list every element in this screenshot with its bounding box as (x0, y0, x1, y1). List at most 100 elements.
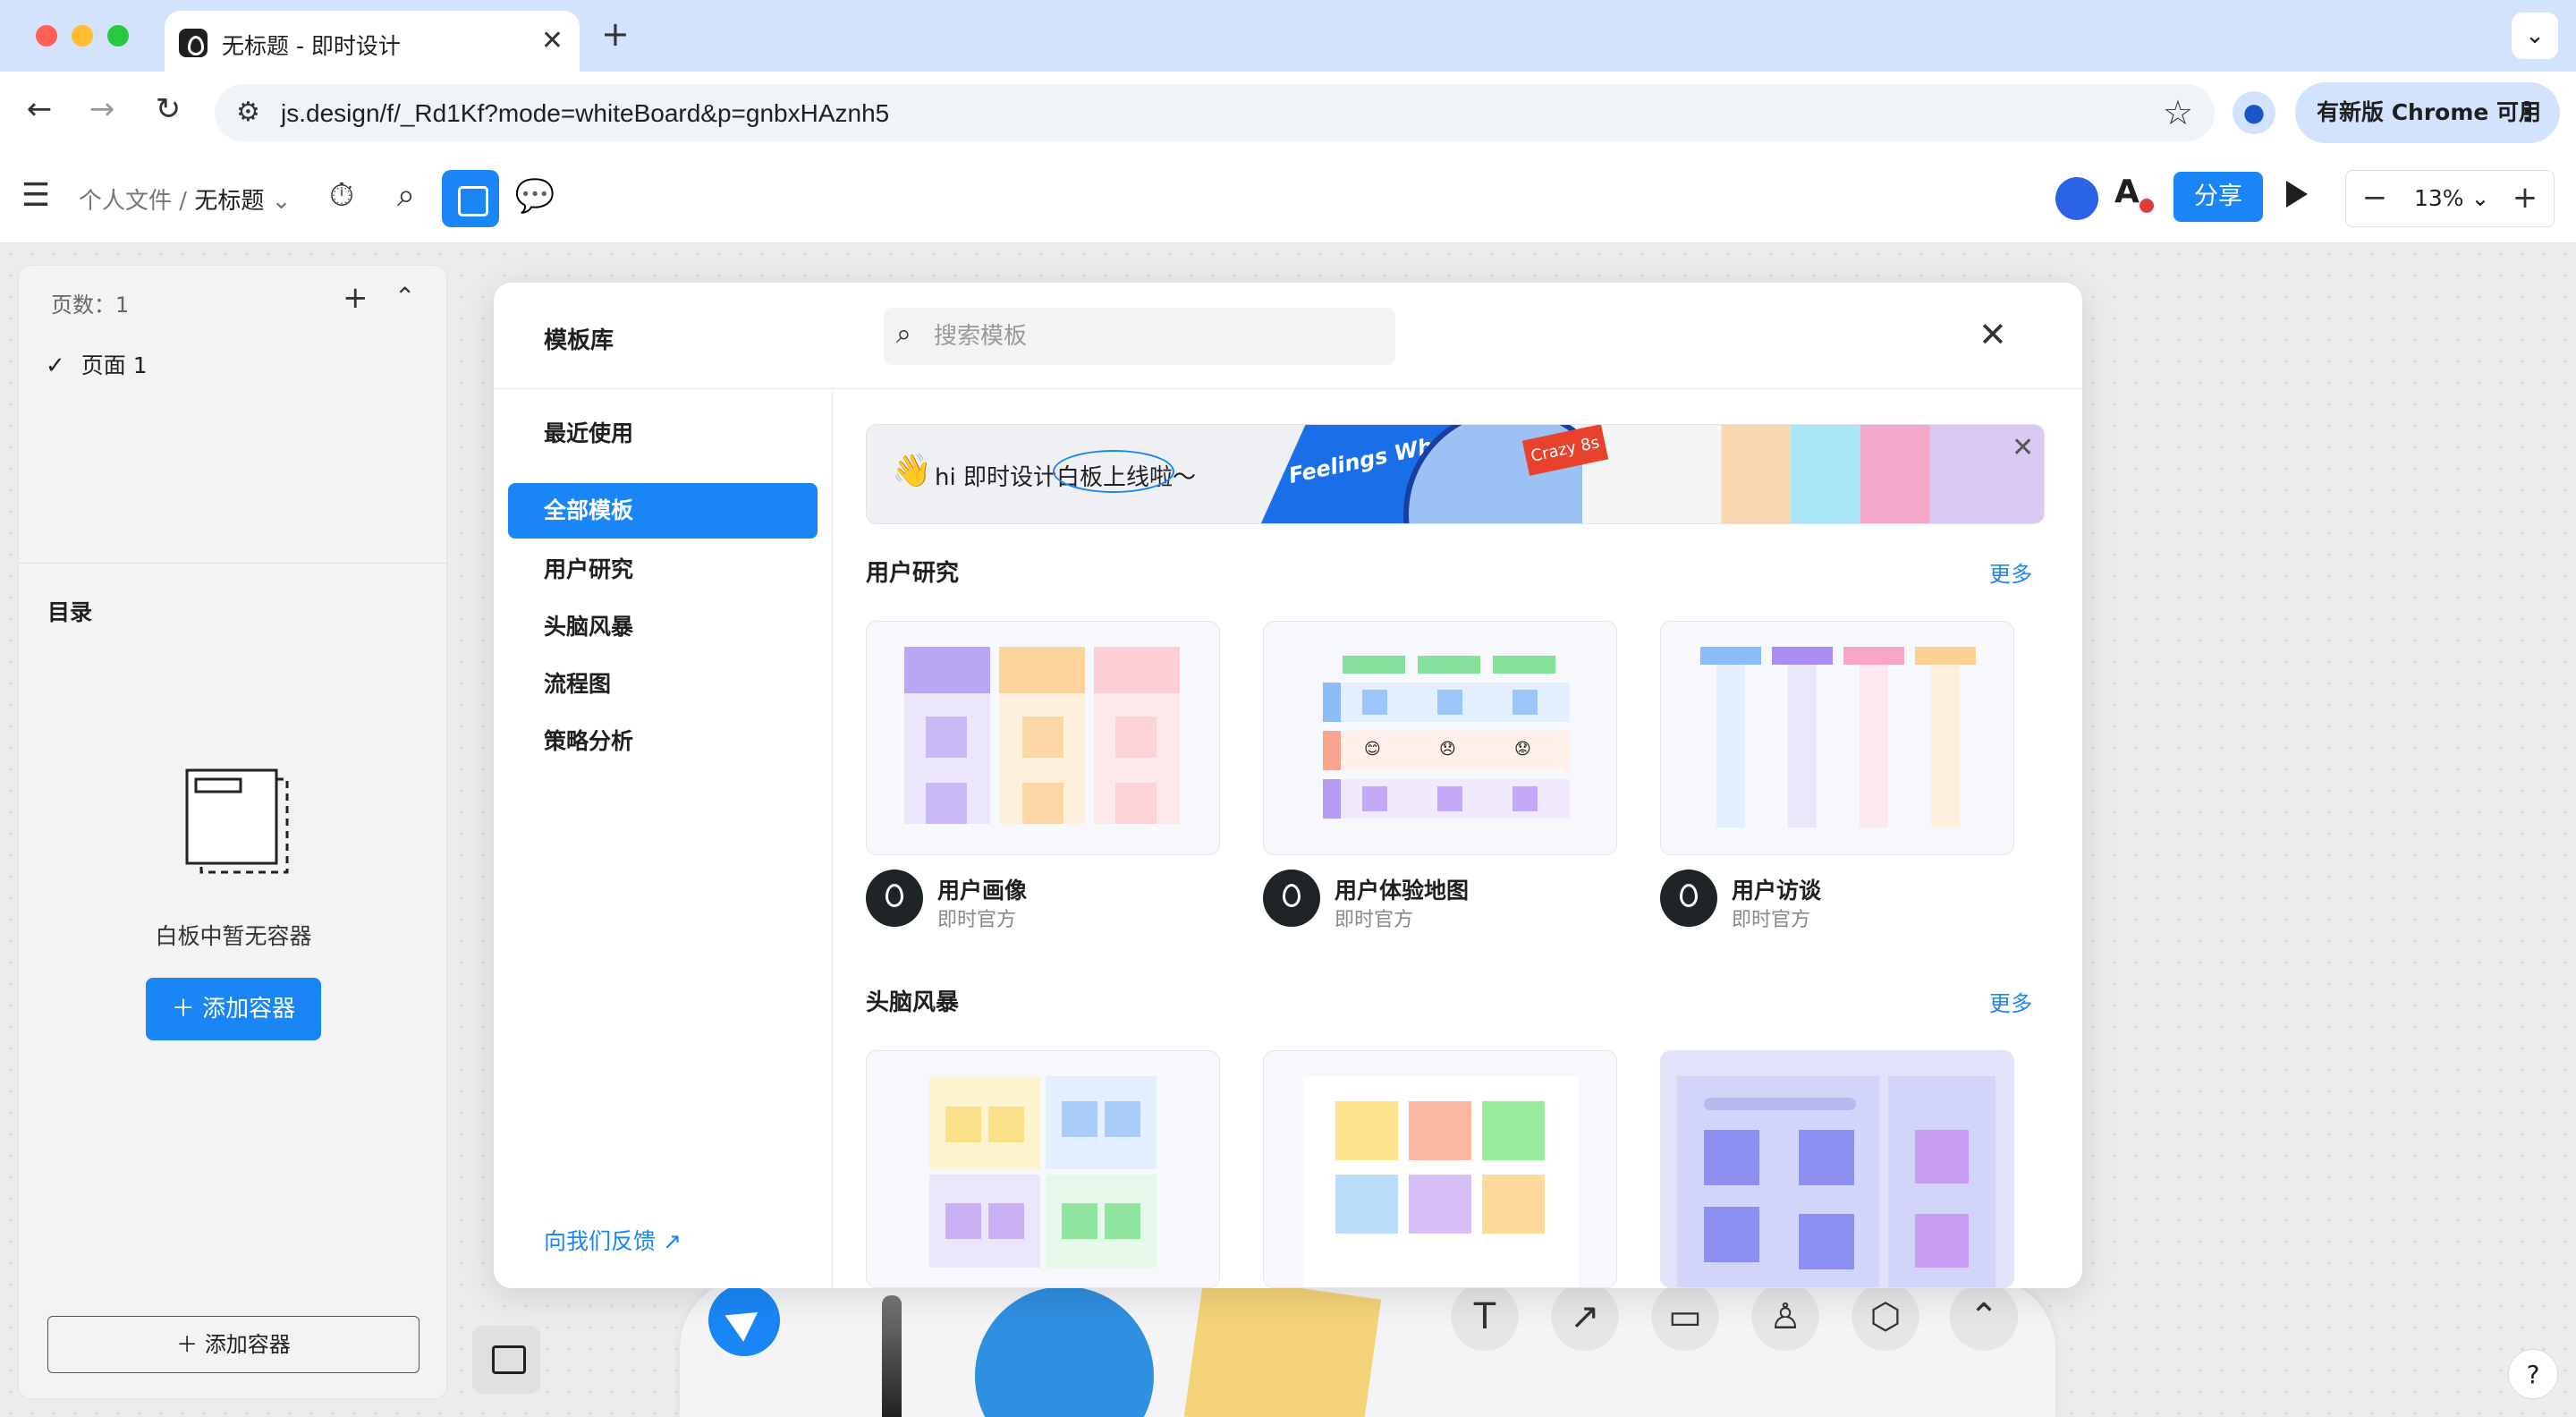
add-container-button[interactable]: ＋ 添加容器 (146, 978, 321, 1040)
text-tool-icon[interactable]: T (1451, 1283, 1519, 1351)
category-brainstorm[interactable]: 头脑风暴 (508, 599, 818, 655)
add-page-plus-icon[interactable]: + (343, 280, 369, 316)
persona-note (1022, 717, 1063, 758)
journey-row-marker (1323, 779, 1341, 819)
panel-divider (19, 563, 448, 564)
page-list-item[interactable]: ✓ 页面 1 (46, 348, 148, 380)
missing-font-icon[interactable]: A (2114, 174, 2154, 213)
template-search-input[interactable] (934, 318, 1363, 354)
category-all[interactable]: 全部模板 (508, 483, 818, 539)
template-panel-button[interactable] (442, 170, 499, 227)
zoom-level-value: 13% (2414, 185, 2464, 211)
window-maximize-button[interactable] (107, 25, 129, 47)
brainstorm-note (1409, 1175, 1471, 1234)
chevron-down-icon[interactable]: ⌄ (272, 188, 292, 215)
container-tool-icon[interactable]: ▭ (1651, 1283, 1719, 1351)
pen-tool[interactable] (882, 1295, 902, 1417)
zoom-in-button[interactable]: + (2507, 180, 2543, 216)
template-footer[interactable]: 用户体验地图 即时官方 (1263, 870, 1617, 932)
browser-tab[interactable]: 无标题 - 即时设计 ✕ (165, 11, 580, 72)
template-card-brainstorm-2[interactable] (1263, 1050, 1617, 1288)
brainstorm-note (1799, 1130, 1854, 1185)
breadcrumb-parent[interactable]: 个人文件 (79, 188, 172, 215)
journey-row-marker (1323, 683, 1341, 722)
jsdesign-logo-icon (866, 870, 923, 927)
forward-arrow-icon[interactable]: → (80, 91, 123, 127)
new-tab-button[interactable]: + (601, 14, 630, 54)
template-card-persona[interactable] (866, 621, 1220, 855)
profile-avatar-icon[interactable]: ● (2233, 91, 2275, 134)
brainstorm-note (1105, 1101, 1140, 1137)
tab-search-chevron-icon[interactable]: ⌄ (2512, 13, 2558, 59)
template-search-box[interactable]: ⌕ (884, 308, 1395, 365)
select-cursor-tool[interactable] (708, 1285, 780, 1356)
journey-header-block (1343, 656, 1405, 674)
template-card-brainstorm-1[interactable] (866, 1050, 1220, 1288)
expand-chevron-up-icon[interactable]: ⌃ (1950, 1283, 2018, 1351)
hamburger-menu-icon[interactable]: ☰ (14, 177, 57, 214)
shape-tool[interactable] (975, 1286, 1154, 1417)
brainstorm-note (988, 1203, 1024, 1239)
interview-header (1915, 647, 1976, 665)
more-link-user-research[interactable]: 更多 (1989, 556, 2032, 588)
url-text[interactable]: js.design/f/_Rd1Kf?mode=whiteBoard&p=gnb… (281, 99, 889, 128)
browser-toolbar: ← → ↻ ⚙ js.design/f/_Rd1Kf?mode=whiteBoa… (0, 72, 2576, 154)
add-container-bottom-button[interactable]: ＋ 添加容器 (47, 1316, 419, 1373)
address-bar[interactable]: ⚙ js.design/f/_Rd1Kf?mode=whiteBoard&p=g… (215, 84, 2215, 141)
category-strategy[interactable]: 策略分析 (508, 714, 818, 769)
reload-icon[interactable]: ↻ (147, 91, 190, 127)
template-footer[interactable]: 用户访谈 即时官方 (1660, 870, 2014, 932)
template-author: 即时官方 (1335, 909, 1414, 931)
journey-note (1513, 690, 1538, 715)
template-card-brainstorm-3[interactable] (1660, 1050, 2014, 1288)
journey-note (1437, 786, 1462, 811)
collapse-chevron-up-icon[interactable]: ⌃ (394, 282, 415, 311)
section-title-user-research: 用户研究 (866, 560, 960, 587)
zoom-level[interactable]: 13% ⌄ (2414, 185, 2489, 211)
panel-switch-button[interactable] (472, 1326, 540, 1394)
arrow-tool-icon[interactable]: ↗ (1551, 1283, 1619, 1351)
window-close-button[interactable] (36, 25, 57, 47)
kebab-menu-icon[interactable]: ⋮ (2513, 82, 2540, 143)
file-title[interactable]: 无标题 (194, 188, 264, 215)
window-minimize-button[interactable] (72, 25, 93, 47)
back-arrow-icon[interactable]: ← (18, 91, 61, 127)
waving-hand-icon: 👋 (892, 453, 932, 489)
present-play-icon[interactable] (2286, 181, 2308, 208)
template-card-journey-map[interactable]: 😊 😞 😟 (1263, 621, 1617, 855)
whiteboard-promo-banner[interactable]: 👋 hi 即时设计白板上线啦～ Feelings Wheel Crazy 8s … (866, 424, 2045, 524)
journey-note (1362, 690, 1387, 715)
category-user-research[interactable]: 用户研究 (508, 542, 818, 598)
bookmark-star-icon[interactable]: ☆ (2163, 93, 2193, 132)
interview-column (1931, 665, 1960, 827)
category-flowchart[interactable]: 流程图 (508, 657, 818, 712)
interview-column (1860, 665, 1888, 827)
interview-header (1843, 647, 1904, 665)
template-card-interview[interactable] (1660, 621, 2014, 855)
more-link-brainstorm[interactable]: 更多 (1989, 986, 2032, 1017)
plugin-cube-icon[interactable]: ⬡ (1852, 1283, 1919, 1351)
template-footer[interactable]: 用户画像 即时官方 (866, 870, 1220, 932)
persona-note (926, 783, 967, 824)
section-title-brainstorm: 头脑风暴 (866, 989, 960, 1016)
comment-icon[interactable]: 💬 (513, 177, 556, 215)
template-author: 即时官方 (1732, 909, 1811, 931)
help-icon[interactable]: ? (2508, 1349, 2558, 1399)
search-icon[interactable]: ⌕ (385, 177, 428, 215)
sad-face-icon: 😞 (1439, 740, 1456, 759)
category-recent[interactable]: 最近使用 (508, 406, 818, 462)
chrome-update-button[interactable]: 有新版 Chrome 可用 ⋮ (2295, 82, 2560, 143)
modal-close-icon[interactable]: ✕ (1979, 315, 2007, 354)
timer-icon[interactable]: ⏱ (320, 177, 363, 215)
zoom-out-button[interactable]: − (2357, 180, 2393, 216)
share-button[interactable]: 分享 (2174, 172, 2263, 222)
user-avatar[interactable] (2055, 177, 2098, 220)
feedback-link[interactable]: 向我们反馈 ↗ (544, 1224, 682, 1256)
tab-close-icon[interactable]: ✕ (541, 25, 564, 56)
tab-title: 无标题 - 即时设计 (222, 33, 401, 59)
site-settings-icon[interactable]: ⚙ (236, 97, 260, 128)
feedback-label: 向我们反馈 (544, 1228, 657, 1254)
stamp-tool-icon[interactable]: ♙ (1751, 1283, 1819, 1351)
sticky-note-tool[interactable] (1183, 1274, 1382, 1417)
banner-close-icon[interactable]: ✕ (2012, 432, 2034, 463)
